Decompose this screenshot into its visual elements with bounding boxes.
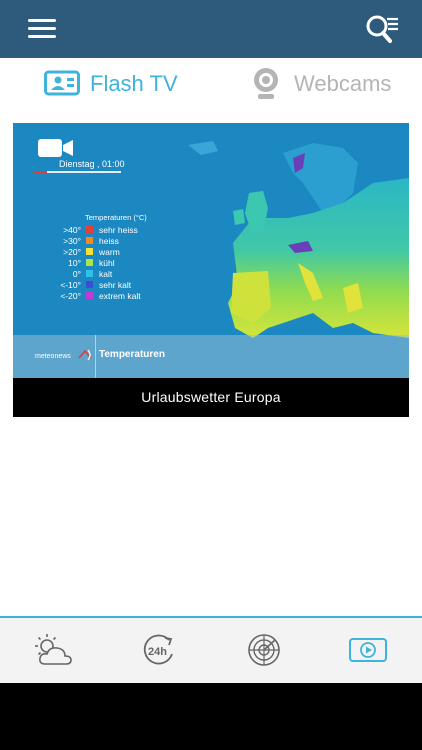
tab-flash-tv-label: Flash TV xyxy=(90,71,178,96)
menu-button[interactable] xyxy=(22,14,62,44)
legend-value: >30° xyxy=(63,236,81,246)
video-thumbnail: Dienstag , 01:00 Temperaturen (°C) >40° … xyxy=(13,123,409,378)
nav-radar[interactable] xyxy=(239,630,289,670)
legend-value: <-10° xyxy=(60,280,81,290)
broadcast-date: Dienstag , 01:00 xyxy=(59,159,125,169)
legend-label: sehr heiss xyxy=(99,225,138,235)
legend-swatch xyxy=(86,270,93,277)
bottom-nav: 24h xyxy=(0,616,422,683)
video-camera-icon xyxy=(38,139,73,157)
legend-title: Temperaturen (°C) xyxy=(85,213,147,222)
brand-logo-text: meteonews xyxy=(35,353,71,360)
menu-icon xyxy=(28,35,56,38)
video-card[interactable]: Dienstag , 01:00 Temperaturen (°C) >40° … xyxy=(13,123,409,417)
legend-swatch xyxy=(86,259,93,266)
nav-weather[interactable] xyxy=(28,630,78,670)
legend-value: >40° xyxy=(63,225,81,235)
tab-bar: Flash TV Webcams xyxy=(0,58,422,110)
legend-value: 10° xyxy=(68,258,81,268)
lower-third-divider xyxy=(95,335,96,378)
video-play-icon xyxy=(349,638,387,662)
forecast-24h-icon: 24h xyxy=(143,634,173,665)
radar-icon xyxy=(248,634,280,666)
broadcast-section-title: Temperaturen xyxy=(99,349,165,360)
legend-label: heiss xyxy=(99,236,119,246)
menu-icon xyxy=(28,19,56,22)
legend-value: <-20° xyxy=(60,291,81,301)
legend-swatch xyxy=(86,226,93,233)
tab-webcams-label: Webcams xyxy=(294,71,392,96)
legend-swatch xyxy=(86,292,93,299)
date-underline-accent xyxy=(33,171,47,173)
broadcast-lower-third: meteonews Temperaturen xyxy=(13,335,409,378)
device-bottom-area xyxy=(0,683,422,750)
video-caption: Urlaubswetter Europa xyxy=(141,389,281,405)
legend-swatch xyxy=(86,281,93,288)
search-button[interactable] xyxy=(362,12,402,46)
tv-presenter-icon xyxy=(44,70,80,96)
legend-value: >20° xyxy=(63,247,81,257)
legend-label: extrem kalt xyxy=(99,291,141,301)
legend-label: sehr kalt xyxy=(99,280,132,290)
app-screen: Flash TV Webcams Dienstag , 01:00 Temper… xyxy=(0,0,422,683)
tab-flash-tv[interactable]: Flash TV xyxy=(44,66,178,102)
legend-label: warm xyxy=(99,247,120,257)
brand-logo-icon xyxy=(78,349,92,361)
legend-value: 0° xyxy=(72,269,81,279)
menu-icon xyxy=(28,27,56,30)
legend-swatch xyxy=(86,248,93,255)
search-list-icon xyxy=(366,15,398,43)
legend-label: kühl xyxy=(99,258,115,268)
webcam-icon xyxy=(254,68,278,99)
nav-forecast-24h[interactable]: 24h xyxy=(134,630,184,670)
legend-label: kalt xyxy=(99,269,113,279)
legend-swatch xyxy=(86,237,93,244)
top-bar xyxy=(0,0,422,58)
weather-sun-cloud-icon xyxy=(35,634,72,665)
svg-text:24h: 24h xyxy=(148,646,167,658)
tab-webcams[interactable]: Webcams xyxy=(252,66,391,102)
nav-flash-tv[interactable] xyxy=(343,630,393,670)
